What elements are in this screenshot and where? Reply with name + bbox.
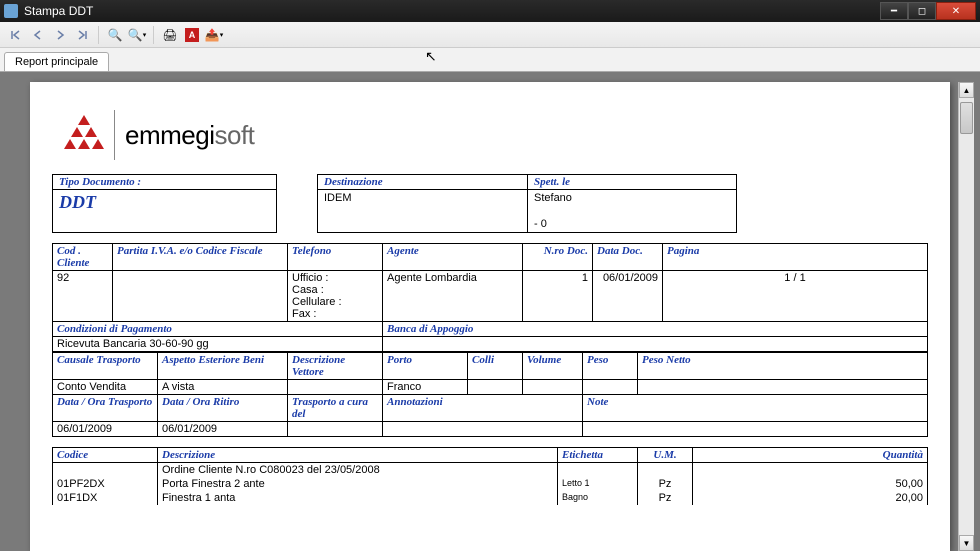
logo-triangle-icon xyxy=(64,115,104,155)
items-table: Codice Descrizione Etichetta U.M. Quanti… xyxy=(52,447,928,505)
find-next-button[interactable]: 🔍▾ xyxy=(127,25,147,45)
toolbar: 🔍 🔍▾ 🖨 A 📤▾ xyxy=(0,22,980,48)
tab-strip: Report principale xyxy=(0,48,980,72)
titlebar: Stampa DDT ━ ◻ ✕ xyxy=(0,0,980,22)
minimize-button[interactable]: ━ xyxy=(880,2,908,20)
tipo-documento-label: Tipo Documento : xyxy=(53,175,276,190)
vertical-scrollbar[interactable]: ▲ ▼ xyxy=(958,82,974,551)
telefono-lines: Ufficio : Casa : Cellulare : Fax : xyxy=(288,271,383,322)
adobe-icon: A xyxy=(185,28,199,42)
scroll-thumb[interactable] xyxy=(960,102,973,134)
window-title: Stampa DDT xyxy=(24,4,880,18)
logo: emmegisoft xyxy=(52,110,928,160)
destinazione-value: IDEM xyxy=(318,190,527,232)
shipping-table: Causale Trasporto Aspetto Esteriore Beni… xyxy=(52,352,928,437)
table-row: 01F1DX Finestra 1 anta Bagno Pz 20,00 xyxy=(53,491,928,505)
report-viewer: emmegisoft Tipo Documento : DDT Destinaz… xyxy=(0,72,980,551)
header-blocks: Tipo Documento : DDT Destinazione IDEM S… xyxy=(52,174,928,233)
table-row: 01PF2DX Porta Finestra 2 ante Letto 1 Pz… xyxy=(53,477,928,491)
maximize-button[interactable]: ◻ xyxy=(908,2,936,20)
nav-next-button[interactable] xyxy=(50,25,70,45)
tipo-documento-value: DDT xyxy=(53,190,276,232)
close-button[interactable]: ✕ xyxy=(936,2,976,20)
export-pdf-button[interactable]: A xyxy=(182,25,202,45)
find-button[interactable]: 🔍 xyxy=(105,25,125,45)
app-icon xyxy=(4,4,18,18)
nav-prev-button[interactable] xyxy=(28,25,48,45)
export-button[interactable]: 📤▾ xyxy=(204,25,224,45)
table-row: Ordine Cliente N.ro C080023 del 23/05/20… xyxy=(53,463,928,478)
tab-main-report[interactable]: Report principale xyxy=(4,52,109,71)
nav-last-button[interactable] xyxy=(72,25,92,45)
scroll-up-button[interactable]: ▲ xyxy=(959,82,974,98)
scroll-down-button[interactable]: ▼ xyxy=(959,535,974,551)
nav-first-button[interactable] xyxy=(6,25,26,45)
info-table: Cod . Cliente Partita I.V.A. e/o Codice … xyxy=(52,243,928,352)
destinazione-label: Destinazione xyxy=(318,175,527,190)
window-controls: ━ ◻ ✕ xyxy=(880,2,976,20)
spett-value: Stefano - 0 xyxy=(528,190,736,232)
spett-label: Spett. le xyxy=(528,175,736,190)
print-button[interactable]: 🖨 xyxy=(160,25,180,45)
logo-text: emmegisoft xyxy=(125,120,254,151)
report-page: emmegisoft Tipo Documento : DDT Destinaz… xyxy=(30,82,950,551)
